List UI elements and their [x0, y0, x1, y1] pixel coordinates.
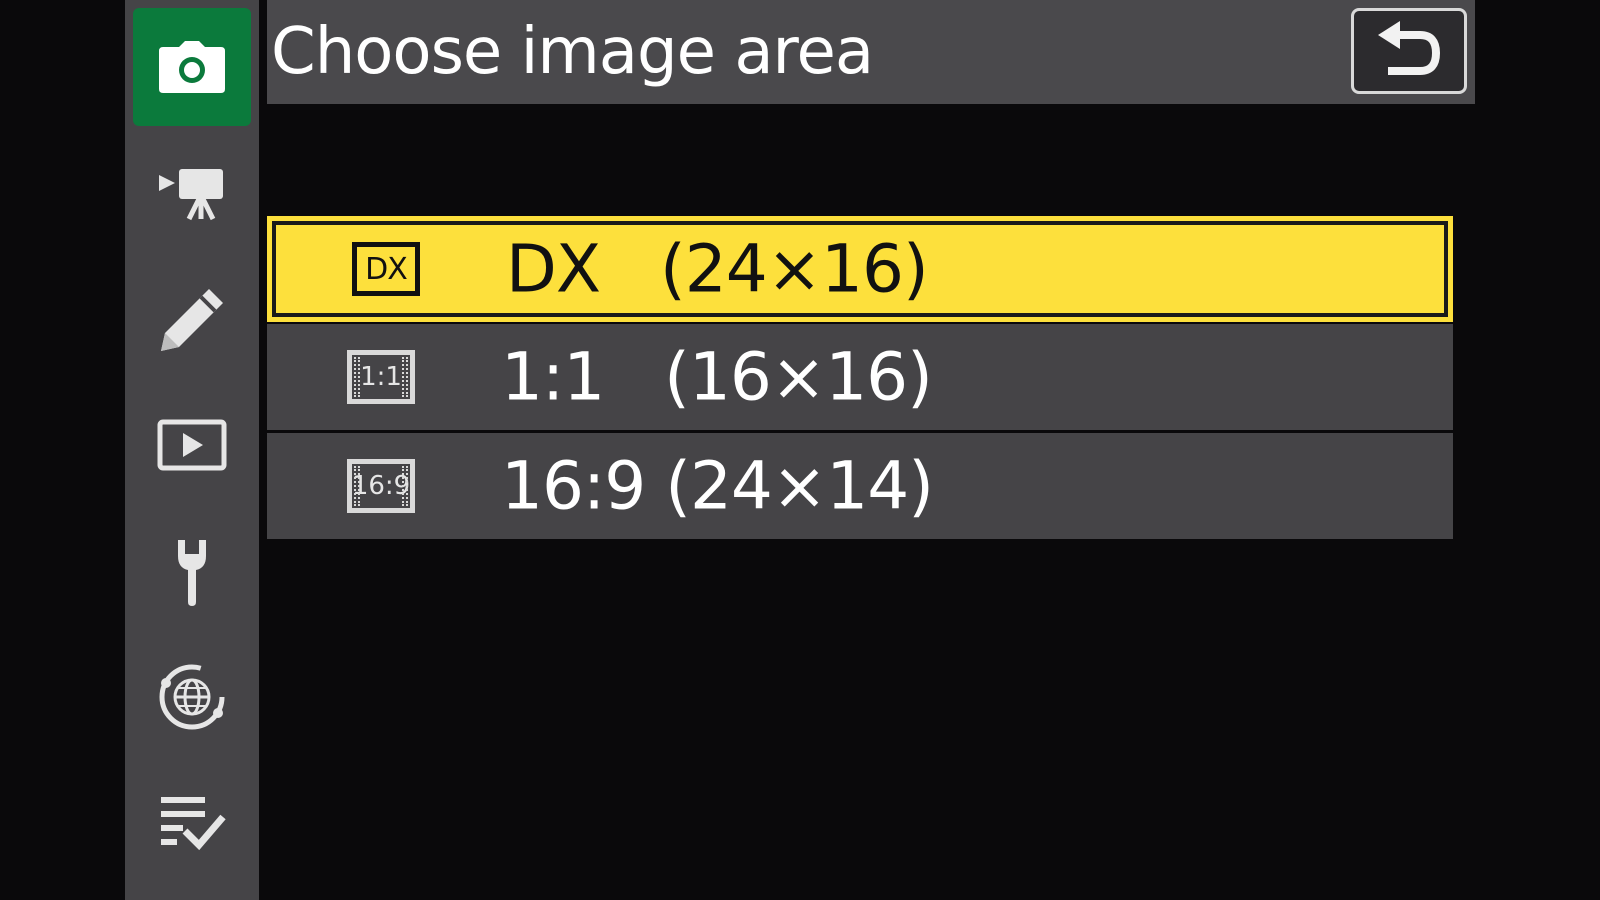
page-title: Choose image area [271, 15, 874, 89]
menu-tab-rail [125, 0, 259, 900]
tab-network-menu[interactable] [133, 638, 251, 756]
wrench-icon [178, 540, 206, 606]
image-area-option-1-1[interactable]: 1:1 1:1 (16×16) [267, 324, 1453, 430]
return-arrow-icon [1378, 21, 1441, 75]
tab-my-menu[interactable] [133, 764, 251, 882]
globe-network-icon [159, 664, 225, 730]
checklist-icon [161, 797, 226, 851]
back-button[interactable] [1351, 8, 1467, 94]
option-label: DX (24×16) [506, 230, 929, 308]
option-label: 16:9 (24×14) [501, 447, 934, 525]
crop-1-1-icon: 1:1 [347, 350, 415, 404]
image-area-option-dx[interactable]: DX DX (24×16) [267, 216, 1453, 322]
option-label: 1:1 (16×16) [501, 338, 933, 416]
pencil-icon [161, 289, 223, 351]
crop-16-9-icon: 16:9 [347, 459, 415, 513]
tab-setup-menu[interactable] [133, 513, 251, 631]
play-icon [157, 419, 227, 471]
tab-custom-settings-menu[interactable] [133, 261, 251, 379]
dx-crop-icon: DX [352, 242, 420, 296]
tab-playback-menu[interactable] [133, 386, 251, 504]
movie-camera-icon [159, 169, 223, 221]
camera-menu-screen: Choose image area DX DX (24×16) 1:1 1:1 … [0, 0, 1600, 900]
title-bar: Choose image area [267, 0, 1475, 104]
tab-photo-shooting-menu[interactable] [133, 8, 251, 126]
image-area-option-16-9[interactable]: 16:9 16:9 (24×14) [267, 433, 1453, 539]
camera-icon [159, 41, 225, 93]
tab-movie-recording-menu[interactable] [133, 134, 251, 252]
